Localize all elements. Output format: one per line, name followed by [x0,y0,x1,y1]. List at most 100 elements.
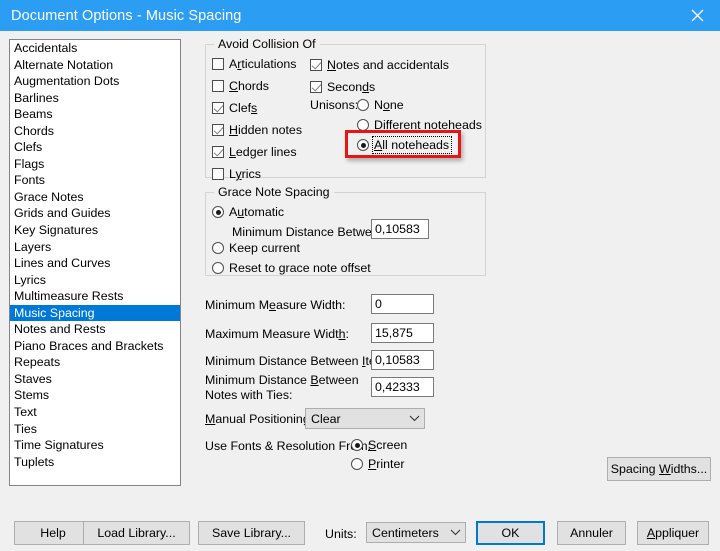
radio-dot-unisons-different-noteheads [357,119,369,131]
radio-grace-automatic[interactable]: Automatic [212,205,284,219]
radio-dot-grace-reset-offset [212,262,224,274]
checkbox-box-clefs [212,102,224,114]
min-measure-width-input[interactable] [371,294,434,314]
checkbox-box-seconds [310,81,322,93]
save-library-button[interactable]: Save Library... [198,521,305,545]
use-fonts-resolution-label: Use Fonts & Resolution From: [205,439,371,453]
apply-button-label: Appliquer [647,526,699,540]
ok-button[interactable]: OK [476,521,545,545]
list-item[interactable]: Staves [10,371,180,388]
units-value: Centimeters [367,526,445,540]
min-distance-items-label: Minimum Distance Between Items: [205,354,396,368]
checkbox-label-notes-and-accidentals: Notes and accidentals [327,58,449,72]
chevron-down-icon-units [445,529,465,536]
min-distance-items-input[interactable] [371,350,434,370]
min-distance-between-input[interactable] [371,219,429,239]
checkbox-box-articulations [212,58,224,70]
radio-unisons-different-noteheads[interactable]: Different noteheads [357,118,482,132]
list-item[interactable]: Chords [10,123,180,140]
list-item[interactable]: Text [10,404,180,421]
list-item[interactable]: Beams [10,106,180,123]
list-item[interactable]: Time Signatures [10,437,180,454]
radio-dot-resolution-printer [351,458,363,470]
radio-label-grace-keep-current: Keep current [229,241,300,255]
list-item[interactable]: Piano Braces and Brackets [10,338,180,355]
list-item[interactable]: Grids and Guides [10,205,180,222]
apply-button[interactable]: Appliquer [637,521,709,545]
radio-label-unisons-different-noteheads: Different noteheads [374,118,482,132]
chevron-down-icon [404,415,424,422]
list-item[interactable]: Repeats [10,354,180,371]
category-listbox[interactable]: AccidentalsAlternate NotationAugmentatio… [9,39,181,486]
radio-dot-unisons-none [357,99,369,111]
list-item[interactable]: Tuplets [10,454,180,471]
spacing-widths-button[interactable]: Spacing Widths... [607,457,711,481]
list-item[interactable]: Key Signatures [10,222,180,239]
radio-label-unisons-none: None [374,98,404,112]
radio-dot-resolution-screen [351,439,363,451]
checkbox-label-articulations: Articulations [229,57,297,71]
checkbox-box-hidden-notes [212,124,224,136]
manual-positioning-select[interactable]: Clear [305,408,425,429]
list-item[interactable]: Flags [10,156,180,173]
list-item[interactable]: Lines and Curves [10,255,180,272]
close-icon[interactable] [674,0,720,31]
list-item[interactable]: Barlines [10,90,180,107]
list-item[interactable]: Notes and Rests [10,321,180,338]
list-item[interactable]: Clefs [10,139,180,156]
radio-dot-grace-keep-current [212,242,224,254]
list-item[interactable]: Accidentals [10,40,180,57]
radio-resolution-screen[interactable]: Screen [351,438,407,452]
list-item[interactable]: Alternate Notation [10,57,180,74]
list-item[interactable]: Ties [10,421,180,438]
radio-label-unisons-all-noteheads: All noteheads [374,138,450,152]
radio-unisons-none[interactable]: None [357,98,404,112]
checkbox-seconds[interactable]: Seconds [310,80,375,94]
min-distance-between-label: Minimum Distance Between: [232,225,389,239]
radio-label-resolution-printer: Printer [368,457,405,471]
radio-grace-keep-current[interactable]: Keep current [212,241,300,255]
checkbox-box-chords [212,80,224,92]
list-item[interactable]: Layers [10,239,180,256]
radio-resolution-printer[interactable]: Printer [351,457,405,471]
checkbox-box-notes-and-accidentals [310,59,322,71]
list-item[interactable]: Grace Notes [10,189,180,206]
max-measure-width-input[interactable] [371,323,434,343]
min-distance-ties-input[interactable] [371,377,434,397]
list-item[interactable]: Lyrics [10,272,180,289]
list-item[interactable]: Stems [10,387,180,404]
unisons-label: Unisons: [310,98,358,112]
radio-grace-reset-offset[interactable]: Reset to grace note offset [212,261,371,275]
list-item[interactable]: Augmentation Dots [10,73,180,90]
checkbox-hidden-notes[interactable]: Hidden notes [212,123,302,137]
document-options-dialog: Document Options - Music Spacing Acciden… [0,0,720,551]
checkbox-lyrics[interactable]: Lyrics [212,167,261,181]
title-bar: Document Options - Music Spacing [0,0,720,31]
radio-unisons-all-noteheads[interactable]: All noteheads [357,138,450,152]
help-button[interactable]: Help [14,521,92,545]
list-item[interactable]: Fonts [10,172,180,189]
cancel-button[interactable]: Annuler [557,521,626,545]
checkbox-clefs[interactable]: Clefs [212,101,257,115]
radio-label-grace-automatic: Automatic [229,205,284,219]
radio-label-resolution-screen: Screen [368,438,407,452]
checkbox-label-lyrics: Lyrics [229,167,261,181]
checkbox-notes-and-accidentals[interactable]: Notes and accidentals [310,58,449,72]
checkbox-box-lyrics [212,168,224,180]
checkbox-chords[interactable]: Chords [212,79,269,93]
radio-dot-unisons-all-noteheads [357,139,369,151]
checkbox-articulations[interactable]: Articulations [212,57,297,71]
checkbox-ledger-lines[interactable]: Ledger lines [212,145,297,159]
list-item[interactable]: Music Spacing [10,305,180,322]
checkbox-label-seconds: Seconds [327,80,375,94]
save-library-button-label: Save Library... [212,526,291,540]
load-library-button[interactable]: Load Library... [83,521,190,545]
grace-note-spacing-group-title: Grace Note Spacing [214,185,334,199]
radio-label-grace-reset-offset: Reset to grace note offset [229,261,371,275]
list-item[interactable]: Multimeasure Rests [10,288,180,305]
load-library-button-label: Load Library... [97,526,175,540]
checkbox-label-ledger-lines: Ledger lines [229,145,297,159]
checkbox-label-hidden-notes: Hidden notes [229,123,302,137]
units-select[interactable]: Centimeters [366,522,466,543]
help-button-label: Help [40,526,65,540]
